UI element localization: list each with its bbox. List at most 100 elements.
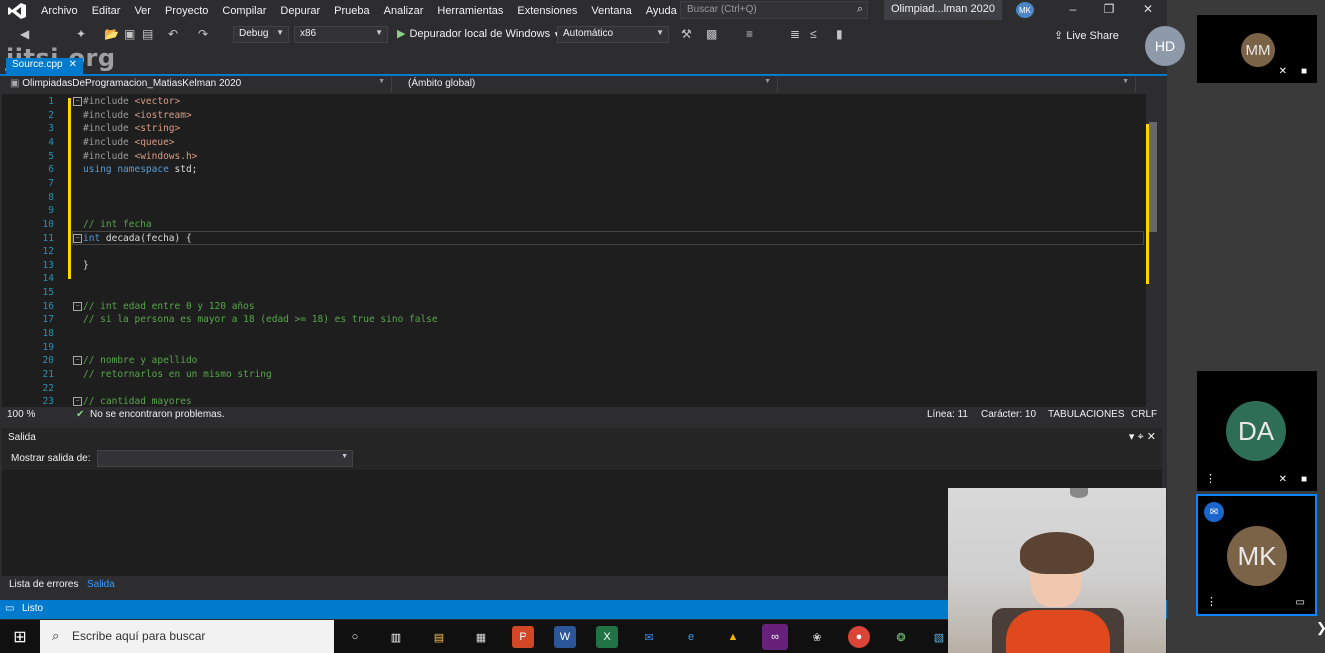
code-line[interactable]: #include <queue> [83,136,175,150]
platform-select[interactable]: x86 ▼ [294,26,388,43]
tabs-indicator[interactable]: TABULACIONES [1048,409,1125,420]
code-line[interactable]: // int fecha [83,218,152,232]
taskbar-search[interactable]: ⌕ Escribe aquí para buscar [40,620,334,653]
scope-select[interactable]: (Ámbito global) ▼ [402,77,778,92]
chevron-right-icon[interactable]: ❯ [1316,620,1325,636]
screenshot-icon[interactable]: ▩ [706,27,717,41]
menu-extensiones[interactable]: Extensiones [510,5,584,17]
save-icon[interactable]: ▣ [124,27,135,41]
minimize-icon[interactable]: – [1062,2,1084,18]
live-share-button[interactable]: ⇪ Live Share [1054,29,1119,42]
menu-herramientas[interactable]: Herramientas [430,5,510,17]
fold-toggle-icon[interactable]: − [73,356,82,366]
uncomment-icon[interactable]: ≤ [810,27,817,41]
store-icon[interactable]: ▦ [470,626,492,648]
chrome-icon[interactable]: ● [848,626,870,648]
vertical-scrollbar[interactable] [1146,94,1160,407]
word-icon[interactable]: W [554,626,576,648]
participant-tile-mm[interactable]: MM ✕ ■ [1197,15,1317,83]
project-select[interactable]: ▣ OlimpiadasDeProgramacion_MatiasKelman … [4,77,392,92]
tab-error-list[interactable]: Lista de errores [9,579,78,590]
menu-archivo[interactable]: Archivo [34,5,85,17]
edge-icon[interactable]: e [680,626,702,648]
quick-search-input[interactable]: Buscar (Ctrl+Q) ⌕ [680,1,868,19]
configuration-select[interactable]: Debug ▼ [233,26,289,43]
restore-icon[interactable]: ❐ [1098,2,1120,18]
more-icon[interactable]: ⋮ [1205,472,1216,485]
scroll-thumb[interactable] [1149,122,1157,232]
visual-studio-taskbar-icon[interactable]: ∞ [762,624,788,650]
fold-toggle-icon[interactable]: − [73,97,82,106]
code-line[interactable]: #include <windows.h> [83,150,197,164]
fold-toggle-icon[interactable]: − [73,301,82,311]
open-icon[interactable]: 📂 [104,27,119,41]
drive-icon[interactable]: ▲ [722,626,744,648]
task-view-icon[interactable]: ▥ [385,626,407,648]
screen-icon[interactable]: ▧ [928,626,950,648]
excel-icon[interactable]: X [596,626,618,648]
fold-toggle-icon[interactable]: − [73,397,82,407]
pin-icon[interactable]: ⌖ [1138,431,1144,443]
menu-editar[interactable]: Editar [85,5,128,17]
eol-indicator[interactable]: CRLF [1131,409,1157,420]
menu-depurar[interactable]: Depurar [273,5,327,17]
menu-proyecto[interactable]: Proyecto [158,5,215,17]
line-number: 7 [48,177,54,189]
bookmark-icon[interactable]: ▮ [836,27,843,41]
close-icon[interactable]: ✕ [1147,431,1156,443]
comment-icon[interactable]: ≣ [790,27,800,41]
app-icon[interactable]: ❂ [890,626,912,648]
dropdown-icon[interactable]: ▾ [1129,431,1135,443]
new-project-icon[interactable]: ✦ [76,27,86,41]
code-line[interactable]: // int edad entre 0 y 120 años [83,300,255,314]
code-line[interactable]: // retornarlos en un mismo string [83,368,272,382]
tab-source-cpp[interactable]: Source.cpp ✕ [6,58,83,74]
code-line[interactable]: #include <vector> [83,95,180,109]
menu-ventana[interactable]: Ventana [584,5,638,17]
more-icon[interactable]: ⋮ [1206,595,1217,608]
menu-analizar[interactable]: Analizar [377,5,431,17]
close-icon[interactable]: ✕ [1137,2,1159,18]
member-select[interactable]: ▼ [780,77,1136,92]
outline-icon[interactable]: ≡ [746,27,753,41]
problems-text[interactable]: No se encontraron problemas. [90,409,225,420]
user-avatar[interactable]: MK [1016,2,1034,18]
run-debugger-button[interactable]: ▶Depurador local de Windows ▼ [397,27,561,40]
code-line[interactable]: int decada(fecha) { [83,232,192,246]
output-source-select[interactable]: ▼ [97,450,353,467]
participant-tile-mk[interactable]: ✉ MK ⋮ ▭ [1196,494,1317,616]
browse-icon[interactable]: ⚒ [681,27,692,41]
run-mode-select[interactable]: Automático ▼ [557,26,669,43]
file-explorer-icon[interactable]: ▤ [428,626,450,648]
self-view-video[interactable] [948,488,1166,653]
paint-icon[interactable]: ❀ [806,626,828,648]
start-icon[interactable]: ⊞ [0,620,40,653]
powerpoint-icon[interactable]: P [512,626,534,648]
code-line[interactable]: // cantidad mayores [83,395,192,407]
close-icon[interactable]: ✕ [69,59,77,70]
menu-compilar[interactable]: Compilar [215,5,273,17]
mail-icon[interactable]: ✉ [638,626,660,648]
redo-icon[interactable]: ↷ [198,27,208,41]
back-icon[interactable]: ◀ [20,27,29,41]
menu-ayuda[interactable]: Ayuda [639,5,684,17]
line-number: 15 [42,287,54,299]
code-line[interactable]: #include <string> [83,122,180,136]
participant-avatar-hd[interactable]: HD [1145,26,1185,66]
code-editor[interactable]: 1− #include <vector> 2 #include <iostream> 3… [2,94,1160,407]
code-line[interactable]: #include <iostream> [83,109,192,123]
save-all-icon[interactable]: ▤ [142,27,153,41]
camera-off-icon: ■ [1300,66,1307,77]
menu-prueba[interactable]: Prueba [327,5,376,17]
tab-output[interactable]: Salida [87,579,115,590]
menu-ver[interactable]: Ver [127,5,158,17]
undo-icon[interactable]: ↶ [168,27,178,41]
code-line[interactable]: // nombre y apellido [83,354,197,368]
code-line[interactable]: } [83,259,89,273]
participant-tile-da[interactable]: DA ⋮ ✕ ■ [1197,371,1317,491]
cortana-icon[interactable]: ○ [344,626,366,648]
zoom-level[interactable]: 100 % [7,409,35,420]
fold-toggle-icon[interactable]: − [73,233,82,243]
code-line[interactable]: // si la persona es mayor a 18 (edad >= … [83,313,438,327]
code-line[interactable]: using namespace std; [83,163,197,177]
